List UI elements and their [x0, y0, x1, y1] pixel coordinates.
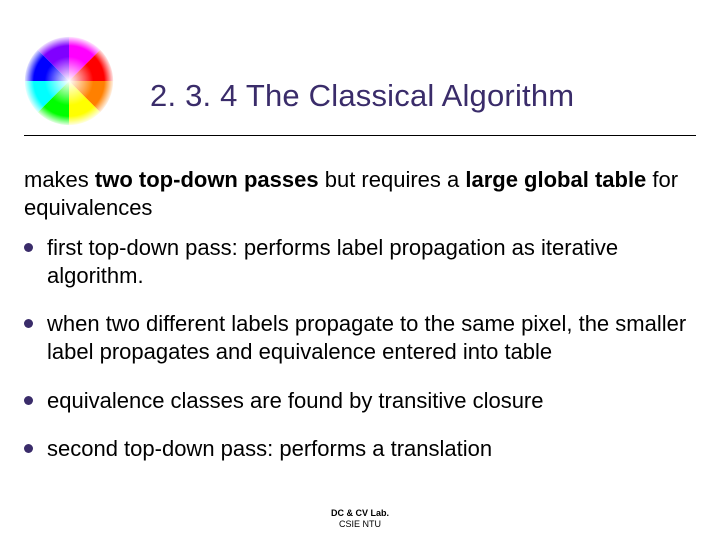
slide-title: 2. 3. 4 The Classical Algorithm: [150, 78, 574, 113]
bullet-icon: [24, 243, 33, 252]
bullet-text: when two different labels propagate to t…: [47, 310, 696, 366]
footer-line1: DC & CV Lab.: [0, 508, 720, 519]
list-item: equivalence classes are found by transit…: [24, 387, 696, 415]
bullet-text: second top-down pass: performs a transla…: [47, 435, 696, 463]
slide: 2. 3. 4 The Classical Algorithm makes tw…: [0, 0, 720, 540]
intro-bold1: two top-down passes: [95, 167, 319, 192]
intro-seg2: but requires a: [319, 167, 466, 192]
intro-bold2: large global table: [465, 167, 646, 192]
bullet-text: first top-down pass: performs label prop…: [47, 234, 696, 290]
list-item: second top-down pass: performs a transla…: [24, 435, 696, 463]
bullet-list: first top-down pass: performs label prop…: [24, 234, 696, 483]
bullet-icon: [24, 444, 33, 453]
intro-seg1: makes: [24, 167, 95, 192]
list-item: when two different labels propagate to t…: [24, 310, 696, 366]
title-block: 2. 3. 4 The Classical Algorithm: [150, 78, 690, 114]
title-underline: [24, 135, 696, 136]
color-wheel-logo: [22, 34, 116, 128]
footer-line2: CSIE NTU: [0, 519, 720, 530]
list-item: first top-down pass: performs label prop…: [24, 234, 696, 290]
bullet-icon: [24, 396, 33, 405]
footer: DC & CV Lab. CSIE NTU: [0, 508, 720, 531]
intro-paragraph: makes two top-down passes but requires a…: [24, 166, 696, 222]
bullet-icon: [24, 319, 33, 328]
bullet-text: equivalence classes are found by transit…: [47, 387, 696, 415]
